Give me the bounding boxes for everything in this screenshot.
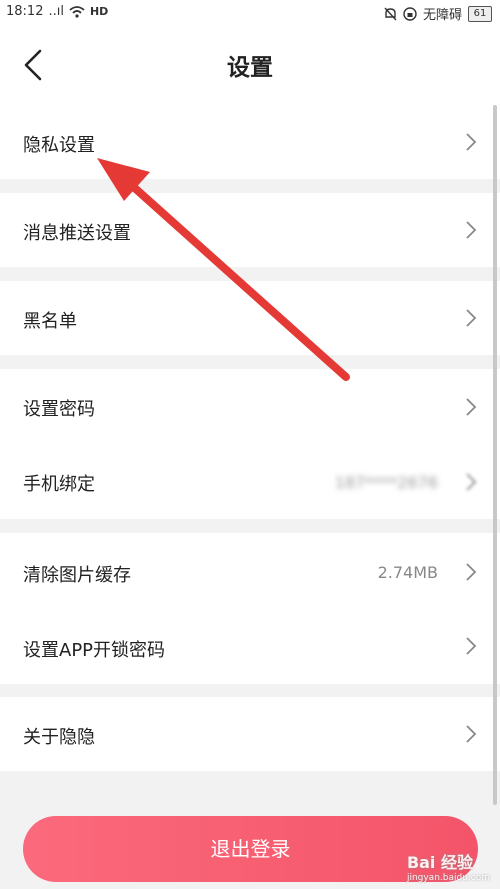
chevron-right-icon [466, 309, 477, 327]
row-label: 隐私设置 [23, 135, 95, 156]
settings-row-phone-binding[interactable]: 手机绑定 187****2676 [0, 444, 500, 519]
cache-size-value: 2.74MB [377, 563, 438, 582]
settings-row-app-lock[interactable]: 设置APP开锁密码 [0, 608, 500, 684]
signal-icon: ..ıl [48, 4, 64, 19]
settings-row-push[interactable]: 消息推送设置 [0, 193, 500, 267]
row-label: 设置APP开锁密码 [23, 640, 166, 661]
row-label: 消息推送设置 [23, 223, 131, 244]
lock-circle-icon [403, 6, 417, 21]
watermark-url: jingyan.baidu.com [406, 873, 490, 883]
status-time: 18:12 [6, 4, 44, 19]
settings-row-about[interactable]: 关于隐隐 [0, 697, 500, 771]
watermark-text: Bai 经验 [406, 853, 473, 872]
row-label: 清除图片缓存 [23, 565, 131, 586]
wifi-icon [69, 5, 85, 18]
baidu-watermark: Bai 经验 jingyan.baidu.com [407, 849, 490, 883]
accessibility-label: 无障碍 [422, 8, 462, 23]
chevron-right-icon [466, 473, 477, 491]
row-label: 黑名单 [23, 311, 77, 332]
mute-bell-icon [384, 7, 397, 20]
chevron-right-icon [466, 563, 477, 581]
settings-row-blacklist[interactable]: 黑名单 [0, 281, 500, 355]
status-bar: 18:12 ..ıl HD 无障碍 61 [0, 0, 500, 24]
chevron-right-icon [466, 133, 477, 151]
chevron-right-icon [466, 221, 477, 239]
page-title: 设置 [227, 55, 273, 81]
hd-icon: HD [89, 5, 109, 18]
chevron-right-icon [466, 725, 477, 743]
settings-row-privacy[interactable]: 隐私设置 [0, 105, 500, 179]
scrollbar[interactable] [493, 105, 497, 805]
row-label: 关于隐隐 [23, 727, 95, 748]
header-bar: 设置 [0, 24, 500, 106]
phone-number-value: 187****2676 [334, 473, 438, 492]
chevron-right-icon [466, 637, 477, 655]
chevron-right-icon [466, 398, 477, 416]
row-label: 设置密码 [23, 399, 95, 420]
settings-row-password[interactable]: 设置密码 [0, 369, 500, 444]
settings-row-clear-cache[interactable]: 清除图片缓存 2.74MB [0, 533, 500, 608]
battery-icon: 61 [468, 5, 492, 22]
row-label: 手机绑定 [23, 474, 95, 495]
